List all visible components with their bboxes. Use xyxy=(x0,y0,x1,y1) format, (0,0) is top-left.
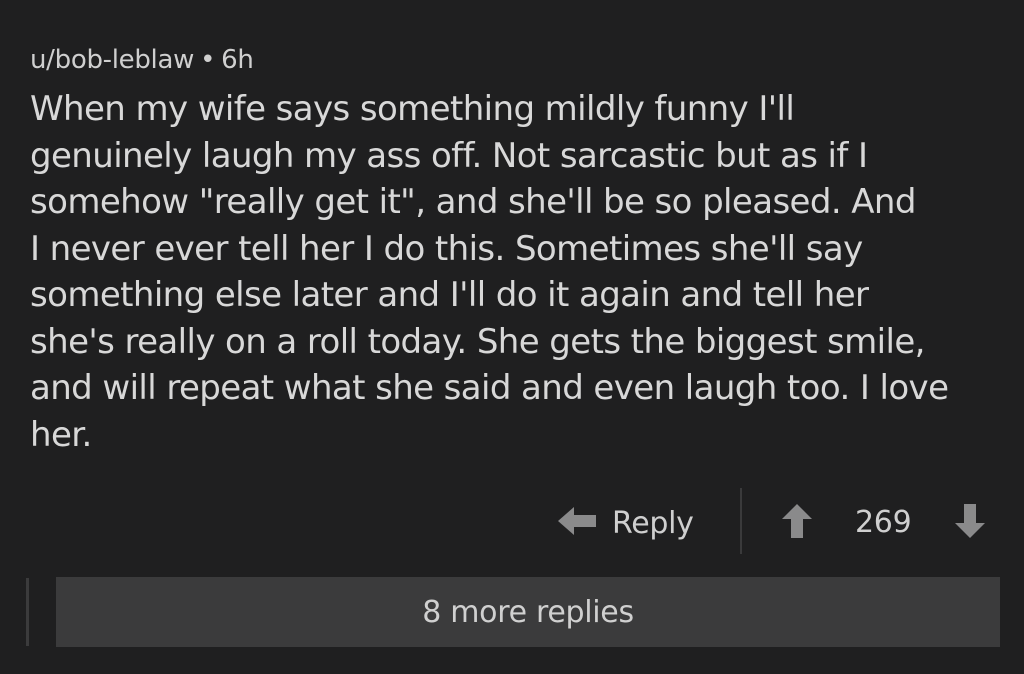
downvote-button[interactable] xyxy=(954,498,986,548)
comment-actions: Reply 269 xyxy=(0,488,1024,556)
comment-age: 6h xyxy=(221,45,254,75)
vote-score: 269 xyxy=(855,505,912,540)
action-divider xyxy=(740,488,742,554)
comment-meta: u/bob-leblaw • 6h xyxy=(30,40,1010,80)
reply-button[interactable]: Reply xyxy=(558,498,694,548)
more-replies-button[interactable]: 8 more replies xyxy=(56,577,1000,647)
comment-body: When my wife says something mildly funny… xyxy=(30,89,949,455)
thread-line[interactable] xyxy=(26,578,29,646)
comment: u/bob-leblaw • 6h When my wife says someth… xyxy=(30,40,1010,458)
upvote-arrow-icon xyxy=(781,503,813,543)
more-replies-label: 8 more replies xyxy=(422,594,634,630)
username[interactable]: u/bob-leblaw xyxy=(30,45,194,75)
upvote-button[interactable] xyxy=(781,498,813,548)
reply-arrow-icon xyxy=(558,506,598,540)
downvote-arrow-icon xyxy=(954,503,986,543)
reply-label: Reply xyxy=(612,505,694,541)
meta-separator: • xyxy=(200,45,216,75)
